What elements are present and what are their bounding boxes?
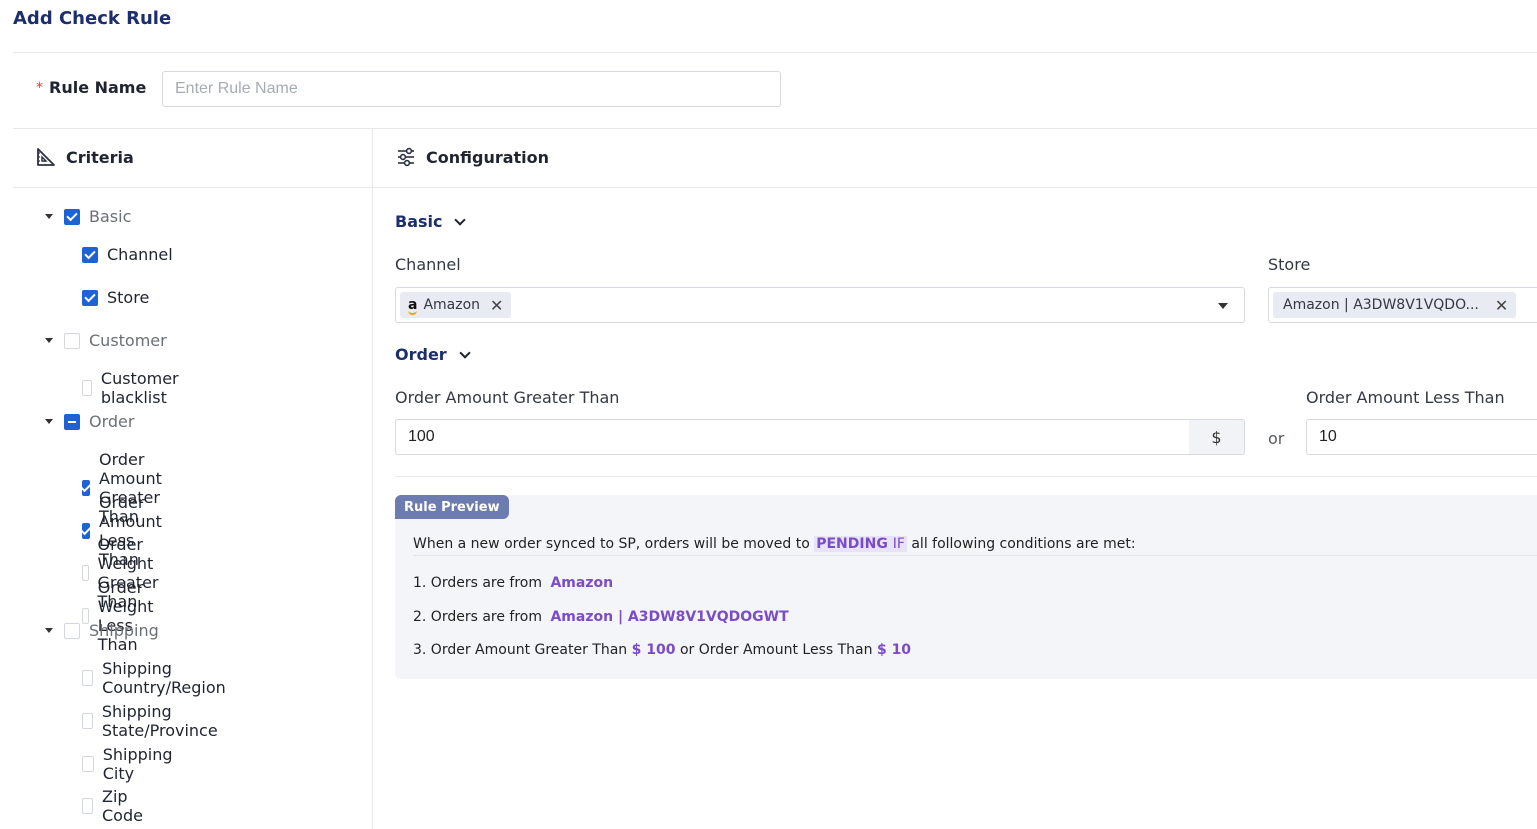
checkbox-shipping-country[interactable] [82, 670, 94, 686]
order-amount-less-label: Order Amount Less Than [1306, 388, 1505, 407]
caret-down-icon[interactable] [44, 626, 54, 636]
item-label: Order Weight Less Than [97, 578, 154, 654]
checkbox-zip-code[interactable] [82, 798, 93, 814]
caret-down-icon[interactable] [44, 336, 54, 346]
tree-item-store[interactable]: Store [82, 288, 149, 307]
required-mark: * [36, 79, 43, 96]
item-label: Shipping State/Province [101, 702, 218, 740]
store-tag: Amazon | A3DW8V1VQDO... ✕ [1273, 292, 1517, 318]
checkbox-shipping-state[interactable] [82, 713, 93, 729]
item-label: Zip Code [101, 787, 143, 825]
panel-head-divider [13, 187, 1537, 188]
configuration-title: Configuration [426, 147, 550, 167]
preview-line-text: 1. Orders are from [413, 575, 543, 591]
checkbox-shipping-city[interactable] [82, 756, 94, 772]
tree-item-zip-code[interactable]: Zip Code [82, 787, 148, 825]
checkbox-shipping[interactable] [64, 622, 80, 639]
item-label: Channel [107, 245, 173, 264]
tree-item-shipping-country[interactable]: Shipping Country/Region [82, 659, 231, 697]
criteria-header: Criteria [36, 147, 134, 167]
channel-tag-label: Amazon [423, 297, 481, 313]
preview-if-text: IF [892, 536, 905, 552]
group-label: Basic [89, 207, 132, 226]
caret-down-icon[interactable] [44, 417, 54, 427]
preview-divider [413, 555, 1537, 556]
currency-addon: $ [1189, 419, 1245, 455]
tree-group-order[interactable]: Order [44, 412, 134, 431]
page-title: Add Check Rule [13, 8, 172, 29]
remove-tag-icon[interactable]: ✕ [1495, 296, 1508, 315]
preview-condition-1: 1. Orders are from Amazon [413, 575, 613, 591]
panel-divider [372, 128, 373, 829]
preview-condition-3: 3. Order Amount Greater Than $ 100 or Or… [413, 642, 911, 658]
channel-select[interactable]: a Amazon ✕ [395, 287, 1245, 323]
preview-intro-prefix: When a new order synced to SP, orders wi… [413, 536, 810, 552]
or-text: or [1268, 429, 1285, 448]
order-amount-greater-input[interactable] [395, 419, 1190, 455]
rule-name-divider [13, 128, 1537, 129]
rule-name-label: Rule Name [49, 78, 147, 97]
header-divider [13, 52, 1537, 53]
tree-group-customer[interactable]: Customer [44, 331, 167, 350]
store-select[interactable]: Amazon | A3DW8V1VQDO... ✕ [1268, 287, 1537, 323]
rule-preview-badge: Rule Preview [395, 495, 509, 519]
tree-group-basic[interactable]: Basic [44, 207, 131, 226]
checkbox-basic[interactable] [64, 208, 80, 225]
preview-line-text: 3. Order Amount Greater Than [413, 642, 628, 658]
preview-line-value: Amazon [550, 575, 614, 591]
preview-status: PENDING IF [814, 536, 907, 552]
item-label: Store [107, 288, 150, 307]
tree-item-shipping-state[interactable]: Shipping State/Province [82, 702, 223, 740]
checkbox-store[interactable] [82, 289, 98, 306]
section-basic-title: Basic [395, 212, 443, 231]
rule-preview-panel: Rule Preview When a new order synced to … [395, 495, 1537, 679]
channel-label: Channel [395, 255, 461, 274]
preview-intro-suffix: all following conditions are met: [911, 536, 1136, 552]
preview-condition-2: 2. Orders are from Amazon | A3DW8V1VQDOG… [413, 609, 789, 625]
section-order-toggle[interactable]: Order [395, 345, 471, 364]
criteria-title: Criteria [66, 147, 134, 167]
preview-intro: When a new order synced to SP, orders wi… [413, 536, 1136, 552]
configuration-header: Configuration [396, 147, 549, 167]
section-order-title: Order [395, 345, 447, 364]
tree-item-order-weight-less[interactable]: Order Weight Less Than [82, 578, 163, 654]
preview-line-text: 2. Orders are from [413, 609, 543, 625]
preview-line-value: $ 10 [876, 642, 912, 658]
group-label: Shipping [89, 621, 159, 640]
set-square-icon [37, 148, 55, 166]
checkbox-customer-blacklist[interactable] [82, 380, 92, 396]
item-label: Customer blacklist [100, 369, 179, 407]
caret-down-icon[interactable] [44, 212, 54, 222]
tree-item-customer-blacklist[interactable]: Customer blacklist [82, 369, 185, 407]
group-label: Order [89, 412, 135, 431]
tree-group-shipping[interactable]: Shipping [44, 621, 159, 640]
chevron-down-icon [459, 346, 471, 359]
group-label: Customer [89, 331, 167, 350]
sliders-icon [398, 147, 414, 167]
item-label: Shipping Country/Region [102, 659, 226, 697]
checkbox-customer[interactable] [64, 332, 80, 349]
preview-line-value: Amazon | A3DW8V1VQDOGWT [550, 609, 789, 625]
chevron-down-icon [454, 213, 467, 226]
store-tag-label: Amazon | A3DW8V1VQDO... [1283, 297, 1479, 313]
store-label: Store [1268, 255, 1311, 274]
tree-item-channel[interactable]: Channel [82, 245, 173, 264]
preview-status-text: PENDING [816, 536, 888, 552]
dropdown-arrow-icon[interactable] [1218, 303, 1228, 309]
order-amount-greater-label: Order Amount Greater Than [395, 388, 620, 407]
preview-line-text: or Order Amount Less Than [679, 642, 873, 658]
preview-line-value: $ 100 [631, 642, 676, 658]
checkbox-order[interactable] [64, 413, 80, 430]
order-divider [395, 476, 1537, 477]
amazon-icon: a [408, 297, 418, 315]
order-amount-less-input[interactable] [1306, 419, 1537, 455]
checkbox-channel[interactable] [82, 246, 98, 263]
tree-item-shipping-city[interactable]: Shipping City [82, 745, 177, 783]
remove-tag-icon[interactable]: ✕ [490, 296, 503, 315]
rule-name-input[interactable] [162, 71, 781, 107]
channel-tag: a Amazon ✕ [400, 292, 512, 318]
section-basic-toggle[interactable]: Basic [395, 212, 467, 231]
rule-name-label-row: * Rule Name [36, 78, 169, 97]
item-label: Shipping City [102, 745, 173, 783]
